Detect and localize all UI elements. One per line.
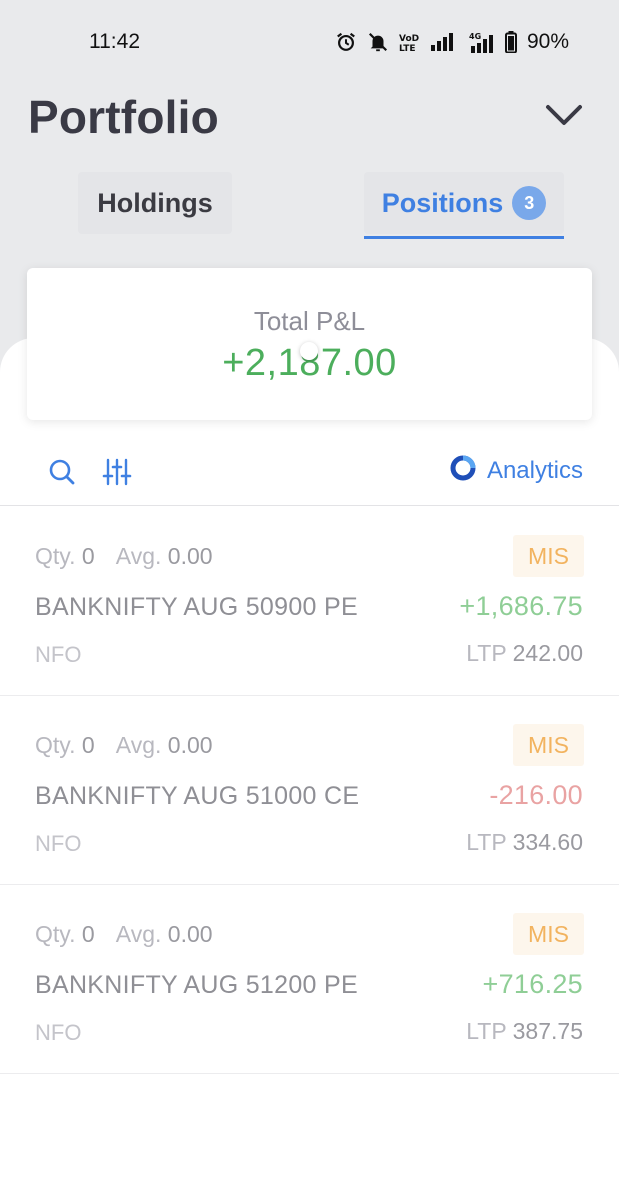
positions-list: Qty. 0 Avg. 0.00 MIS BANKNIFTY AUG 50900… bbox=[0, 507, 619, 1074]
qty-label: Qty. bbox=[35, 543, 76, 569]
ltp-label: LTP bbox=[466, 1018, 507, 1044]
analytics-ring-icon bbox=[449, 454, 477, 489]
ltp-line: LTP 387.75 bbox=[466, 1018, 583, 1045]
avg-label: Avg. bbox=[115, 732, 162, 758]
svg-text:LTE: LTE bbox=[399, 44, 416, 52]
avg-label: Avg. bbox=[115, 543, 162, 569]
position-pnl: +1,686.75 bbox=[459, 591, 583, 621]
qty-avg-line: Qty. 0 Avg. 0.00 bbox=[35, 921, 213, 948]
qty-value: 0 bbox=[81, 921, 95, 947]
volte-icon: VoD LTE bbox=[399, 32, 421, 52]
status-icons: VoD LTE 4G 90% bbox=[335, 30, 569, 54]
avg-value: 0.00 bbox=[167, 732, 213, 758]
avg-label: Avg. bbox=[115, 921, 162, 947]
svg-text:VoD: VoD bbox=[399, 34, 419, 44]
exchange-label: NFO bbox=[35, 831, 82, 856]
tab-holdings[interactable]: Holdings bbox=[78, 172, 232, 234]
search-icon bbox=[46, 459, 78, 492]
alarm-icon bbox=[335, 31, 357, 53]
positions-toolbar: Analytics bbox=[0, 440, 619, 506]
position-row[interactable]: Qty. 0 Avg. 0.00 MIS BANKNIFTY AUG 50900… bbox=[0, 507, 619, 696]
header: Portfolio bbox=[0, 84, 619, 154]
qty-label: Qty. bbox=[35, 732, 76, 758]
chevron-down-button[interactable] bbox=[543, 96, 585, 138]
qty-value: 0 bbox=[81, 543, 95, 569]
ltp-value: 242.00 bbox=[512, 640, 583, 666]
qty-avg-line: Qty. 0 Avg. 0.00 bbox=[35, 732, 213, 759]
analytics-button[interactable]: Analytics bbox=[449, 454, 583, 488]
tab-positions[interactable]: Positions 3 bbox=[364, 172, 564, 234]
tab-positions-label: Positions bbox=[381, 187, 504, 218]
status-time: 11:42 bbox=[89, 30, 140, 53]
product-badge: MIS bbox=[513, 724, 584, 766]
product-badge: MIS bbox=[513, 535, 584, 577]
position-pnl: +716.25 bbox=[482, 969, 583, 999]
battery-icon bbox=[504, 31, 517, 53]
signal-icon bbox=[430, 33, 455, 51]
instrument-name: BANKNIFTY AUG 51000 CE bbox=[35, 782, 360, 810]
positions-count-badge: 3 bbox=[512, 186, 547, 220]
total-pnl-label: Total P&L bbox=[253, 306, 366, 336]
ltp-line: LTP 242.00 bbox=[466, 640, 583, 667]
ltp-line: LTP 334.60 bbox=[466, 829, 583, 856]
avg-value: 0.00 bbox=[167, 921, 213, 947]
battery-percent: 90% bbox=[526, 30, 569, 53]
position-row[interactable]: Qty. 0 Avg. 0.00 MIS BANKNIFTY AUG 51200… bbox=[0, 885, 619, 1074]
active-tab-indicator bbox=[364, 236, 564, 239]
exchange-label: NFO bbox=[35, 642, 82, 667]
product-badge: MIS bbox=[513, 913, 584, 955]
qty-avg-line: Qty. 0 Avg. 0.00 bbox=[35, 543, 213, 570]
drag-handle-dot[interactable] bbox=[300, 342, 318, 360]
page-title: Portfolio bbox=[28, 91, 219, 143]
chevron-down-icon bbox=[544, 103, 584, 132]
tab-holdings-label: Holdings bbox=[97, 187, 213, 218]
ltp-value: 334.60 bbox=[512, 829, 583, 855]
search-button[interactable] bbox=[46, 456, 78, 488]
ltp-value: 387.75 bbox=[512, 1018, 583, 1044]
status-bar: 11:42 VoD LTE 4G 90% bbox=[0, 0, 619, 84]
qty-label: Qty. bbox=[35, 921, 76, 947]
qty-value: 0 bbox=[81, 732, 95, 758]
portfolio-tabs: Holdings Positions 3 bbox=[0, 170, 619, 242]
filter-sliders-icon bbox=[101, 458, 133, 492]
mute-bell-icon bbox=[367, 31, 389, 53]
avg-value: 0.00 bbox=[167, 543, 213, 569]
exchange-label: NFO bbox=[35, 1020, 82, 1045]
position-row[interactable]: Qty. 0 Avg. 0.00 MIS BANKNIFTY AUG 51000… bbox=[0, 696, 619, 885]
signal-4g-icon: 4G bbox=[465, 31, 495, 53]
filter-button[interactable] bbox=[101, 456, 133, 488]
instrument-name: BANKNIFTY AUG 50900 PE bbox=[35, 593, 358, 621]
instrument-name: BANKNIFTY AUG 51200 PE bbox=[35, 971, 358, 999]
ltp-label: LTP bbox=[466, 640, 507, 666]
position-pnl: -216.00 bbox=[489, 780, 583, 810]
svg-text:4G: 4G bbox=[469, 32, 481, 41]
analytics-label: Analytics bbox=[486, 457, 583, 484]
ltp-label: LTP bbox=[466, 829, 507, 855]
